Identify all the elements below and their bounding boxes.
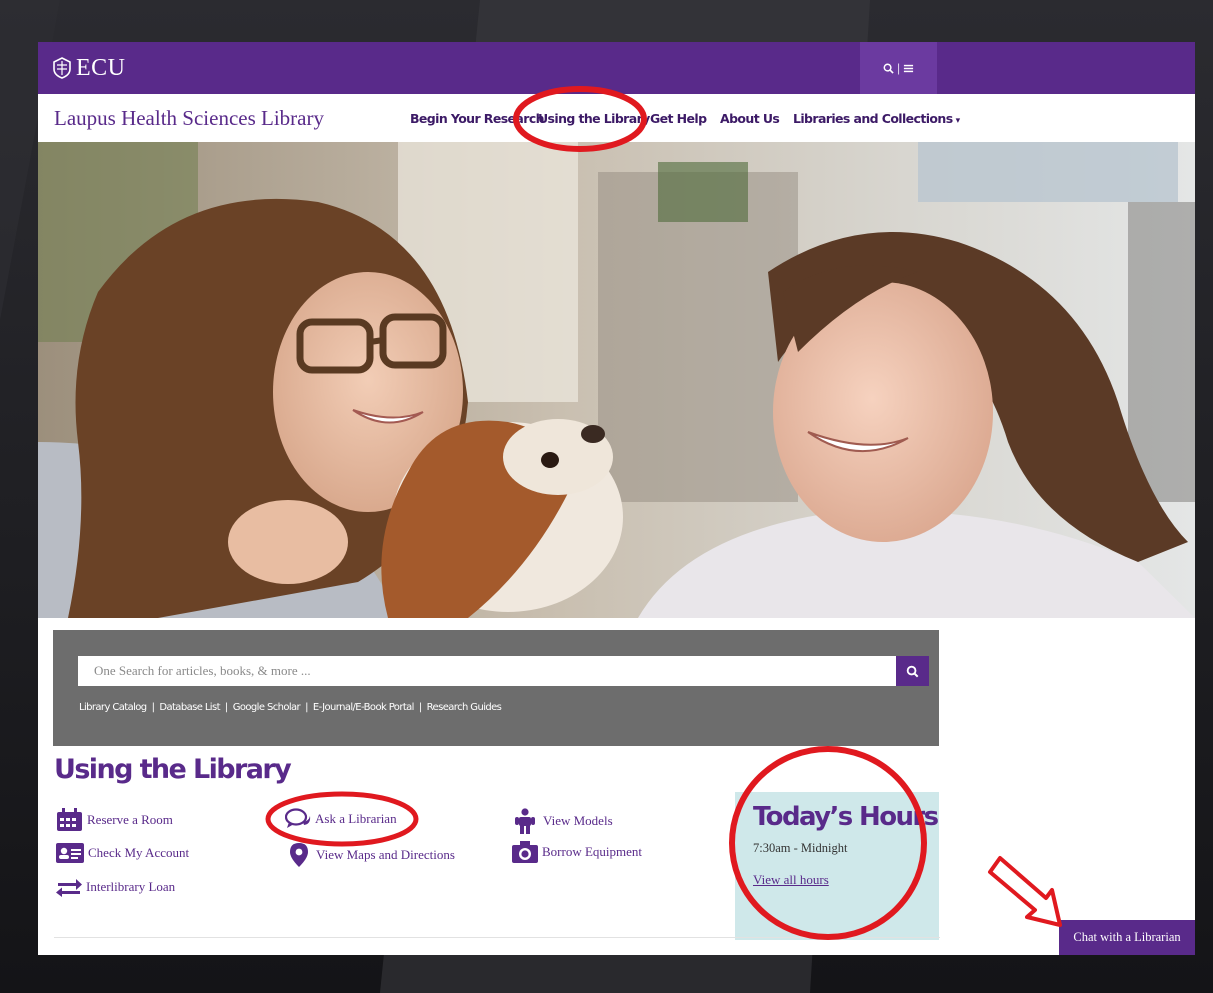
calendar-icon bbox=[57, 808, 82, 831]
todays-hours-box: Today’s Hours 7:30am - Midnight View all… bbox=[735, 792, 939, 940]
interlibrary-loan-link[interactable]: Interlibrary Loan bbox=[56, 877, 175, 897]
nav-libraries-and-collections[interactable]: Libraries and Collections ▾ bbox=[793, 111, 961, 126]
link-google-scholar[interactable]: Google Scholar bbox=[233, 702, 301, 713]
ecu-header-bar: ECU | bbox=[38, 42, 1195, 94]
ask-librarian-label: Ask a Librarian bbox=[315, 811, 397, 826]
map-marker-icon bbox=[290, 843, 308, 867]
interlibrary-loan-label: Interlibrary Loan bbox=[86, 879, 176, 894]
hours-time: 7:30am - Midnight bbox=[753, 841, 848, 855]
site-navigation: Laupus Health Sciences Library Begin You… bbox=[38, 94, 1195, 142]
menu-icon bbox=[903, 64, 914, 72]
view-all-hours-link[interactable]: View all hours bbox=[753, 872, 829, 888]
check-account-link[interactable]: Check My Account bbox=[56, 843, 189, 863]
divider bbox=[54, 937, 940, 938]
maps-directions-link[interactable]: View Maps and Directions bbox=[288, 843, 455, 867]
camera-icon bbox=[512, 841, 538, 863]
nav-libraries-label: Libraries and Collections bbox=[793, 111, 953, 126]
hero-image bbox=[38, 142, 1195, 618]
link-separator: | bbox=[305, 702, 308, 713]
ecu-wordmark: ECU bbox=[76, 54, 126, 81]
nav-using-the-library[interactable]: Using the Library bbox=[538, 111, 650, 126]
search-icon bbox=[906, 665, 919, 677]
chevron-down-icon: ▾ bbox=[955, 116, 961, 126]
maps-directions-label: View Maps and Directions bbox=[316, 847, 455, 862]
hours-title: Today’s Hours bbox=[753, 802, 939, 832]
id-card-icon bbox=[56, 843, 84, 863]
ask-librarian-link[interactable]: Ask a Librarian bbox=[285, 808, 397, 830]
search-button[interactable] bbox=[896, 656, 929, 686]
view-models-link[interactable]: View Models bbox=[514, 808, 613, 834]
search-panel: Library Catalog | Database List | Google… bbox=[53, 630, 939, 746]
section-title: Using the Library bbox=[54, 754, 292, 785]
chat-with-librarian-button[interactable]: Chat with a Librarian bbox=[1059, 920, 1195, 955]
link-database-list[interactable]: Database List bbox=[159, 702, 220, 713]
toggle-divider: | bbox=[896, 61, 901, 75]
check-account-label: Check My Account bbox=[88, 845, 190, 860]
search-menu-toggle[interactable]: | bbox=[860, 42, 937, 94]
view-models-label: View Models bbox=[543, 813, 613, 828]
person-icon bbox=[515, 808, 535, 834]
link-separator: | bbox=[224, 702, 228, 713]
reserve-room-link[interactable]: Reserve a Room bbox=[56, 808, 173, 832]
link-separator: | bbox=[151, 702, 155, 713]
site-title[interactable]: Laupus Health Sciences Library bbox=[54, 106, 324, 131]
borrow-equipment-label: Borrow Equipment bbox=[542, 844, 643, 859]
ecu-logo[interactable]: ECU bbox=[52, 52, 126, 84]
nav-begin-your-research[interactable]: Begin Your Research bbox=[410, 111, 545, 126]
one-search-input[interactable] bbox=[78, 656, 896, 686]
quick-links: Library Catalog | Database List | Google… bbox=[79, 702, 502, 713]
link-research-guides[interactable]: Research Guides bbox=[427, 702, 502, 713]
exchange-icon bbox=[56, 879, 82, 897]
browser-viewport: ECU | Laupus Health Sciences Library Beg… bbox=[38, 42, 1195, 955]
borrow-equipment-link[interactable]: Borrow Equipment bbox=[512, 841, 642, 863]
nav-about-us[interactable]: About Us bbox=[720, 111, 780, 126]
nav-get-help[interactable]: Get Help bbox=[650, 111, 707, 126]
chat-bubbles-icon bbox=[285, 808, 311, 828]
reserve-room-label: Reserve a Room bbox=[87, 812, 173, 827]
link-ejournal-ebook-portal[interactable]: E-Journal/E-Book Portal bbox=[313, 702, 415, 713]
link-separator: | bbox=[418, 702, 422, 713]
ecu-crest-icon bbox=[53, 57, 71, 79]
search-icon bbox=[883, 63, 894, 74]
link-library-catalog[interactable]: Library Catalog bbox=[79, 702, 147, 713]
